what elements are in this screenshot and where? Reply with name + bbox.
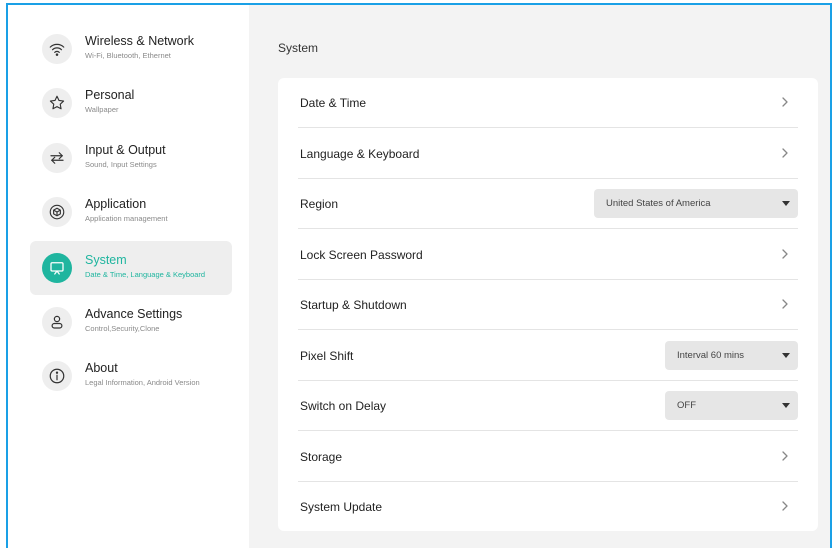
chevron-right-icon [782,501,788,511]
sidebar-item-subtitle: Control,Security,Clone [85,324,160,333]
sidebar-item-system[interactable]: System Date & Time, Language & Keyboard [30,241,232,295]
chevron-right-icon [782,97,788,107]
select-value: OFF [677,400,696,411]
sidebar-item-advance-settings[interactable]: Advance Settings Control,Security,Clone [30,295,232,349]
sidebar-item-title: System [85,253,127,267]
sidebar-item-subtitle: Date & Time, Language & Keyboard [85,270,206,279]
row-language-keyboard[interactable]: Language & Keyboard [298,129,798,179]
page-title: System [278,41,319,55]
sidebar-item-input-output[interactable]: Input & Output Sound, Input Settings [30,131,232,185]
user-icon [42,307,72,337]
row-label: Pixel Shift [300,349,354,363]
star-icon [42,88,72,118]
row-label: System Update [300,500,383,514]
sidebar-item-title: Input & Output [85,143,166,157]
wifi-icon [42,34,72,64]
sidebar-item-subtitle: Application management [85,214,168,223]
row-date-time[interactable]: Date & Time [298,78,798,128]
row-pixel-shift: Pixel Shift Interval 60 mins [298,331,798,381]
sidebar-item-title: Application [85,197,147,211]
sidebar-item-subtitle: Sound, Input Settings [85,160,157,169]
sidebar-item-title: Advance Settings [85,307,183,321]
row-startup-shutdown[interactable]: Startup & Shutdown [298,280,798,330]
cube-icon [42,197,72,227]
row-system-update[interactable]: System Update [298,482,798,532]
sidebar-item-title: Wireless & Network [85,34,195,48]
sidebar-item-application[interactable]: Application Application management [30,185,232,239]
screen-icon [42,253,72,283]
sidebar: Wireless & Network Wi-Fi, Bluetooth, Eth… [8,5,250,548]
caret-down-icon [782,403,790,408]
row-label: Startup & Shutdown [300,298,407,312]
row-label: Storage [300,450,343,464]
info-icon [42,361,72,391]
row-switch-on-delay: Switch on Delay OFF [298,381,798,431]
row-label: Switch on Delay [300,399,387,413]
pixel-shift-select[interactable]: Interval 60 mins [665,341,798,370]
chevron-right-icon [782,148,788,158]
chevron-right-icon [782,249,788,259]
sidebar-item-personal[interactable]: Personal Wallpaper [30,76,232,130]
sidebar-item-wireless-network[interactable]: Wireless & Network Wi-Fi, Bluetooth, Eth… [30,22,232,76]
sidebar-item-subtitle: Wallpaper [85,105,119,114]
select-value: United States of America [606,198,711,209]
sidebar-item-subtitle: Wi-Fi, Bluetooth, Ethernet [85,51,171,60]
sidebar-item-title: About [85,361,118,375]
row-region: Region United States of America [298,179,798,229]
settings-list: Date & Time Language & Keyboard Region U… [278,78,818,531]
caret-down-icon [782,353,790,358]
chevron-right-icon [782,451,788,461]
sidebar-item-subtitle: Legal Information, Android Version [85,378,200,387]
row-label: Lock Screen Password [300,248,423,262]
row-lock-screen-password[interactable]: Lock Screen Password [298,230,798,280]
chevron-right-icon [782,299,788,309]
row-label: Region [300,197,339,211]
sidebar-item-about[interactable]: About Legal Information, Android Version [30,349,232,403]
caret-down-icon [782,201,790,206]
row-label: Language & Keyboard [300,147,420,161]
switch-on-delay-select[interactable]: OFF [665,391,798,420]
row-storage[interactable]: Storage [298,432,798,482]
row-label: Date & Time [300,96,367,110]
select-value: Interval 60 mins [677,350,745,361]
settings-window: Wireless & Network Wi-Fi, Bluetooth, Eth… [6,3,832,548]
region-select[interactable]: United States of America [594,189,798,218]
sidebar-item-title: Personal [85,88,135,102]
swap-arrows-icon [42,143,72,173]
main-panel: System Date & Time Language & Keyboard R… [249,5,830,548]
